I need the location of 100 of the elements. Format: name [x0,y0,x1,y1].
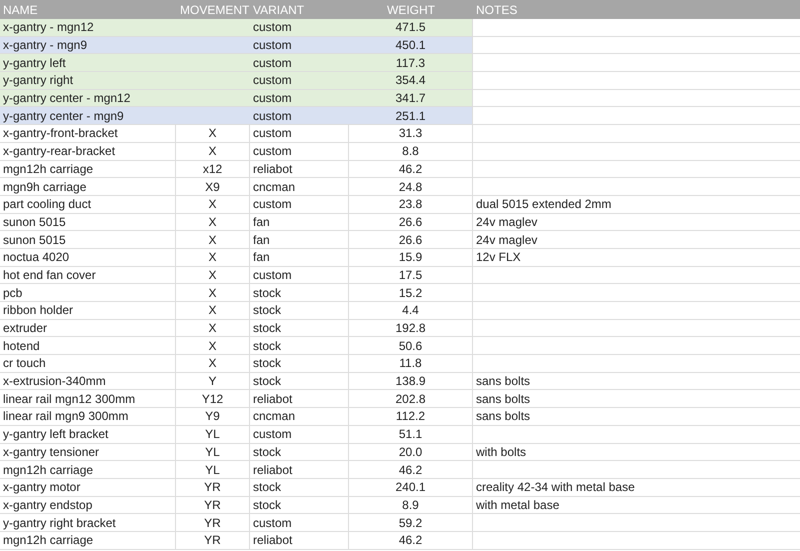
table-cell: 192.8 [395,321,426,336]
table-cell: x-gantry - mgn9 [3,38,88,52]
table-cell: YR [204,498,221,512]
table-cell: linear rail mgn12 300mm [3,392,136,406]
table-cell: 26.6 [398,214,422,229]
table-cell: 31.3 [398,126,422,140]
table-cell: X [208,126,216,140]
column-header: WEIGHT [386,2,436,16]
table-cell: linear rail mgn9 300mm [3,409,128,424]
table-cell: creality 42-34 with metal base [476,480,635,494]
table-cell: YL [205,427,220,442]
table-cell: custom [253,197,292,212]
table-cell: cncman [253,409,296,424]
table-cell: X [208,268,216,282]
table-cell: 11.8 [399,356,422,370]
table-cell: YR [204,516,221,530]
table-cell: X [208,356,216,370]
table-cell: 341.7 [395,91,426,106]
table-cell: 15.9 [398,250,422,264]
table-cell: sans bolts [476,392,530,406]
table-cell: reliabot [253,162,292,176]
table-cell: extruder [3,321,48,336]
table-cell: stock [253,286,282,300]
table-cell: dual 5015 extended 2mm [476,197,612,212]
table-cell: 46.2 [398,162,422,176]
table-cell: 251.1 [395,108,426,123]
table-cell: cncman [253,180,296,194]
table-cell: 354.4 [395,73,426,88]
table-cell: hot end fan cover [3,268,96,282]
table-cell: X [208,321,216,336]
table-cell: y-gantry center - mgn9 [3,108,124,123]
table-cell: 24.8 [398,180,422,194]
table-cell: 20.0 [398,444,422,459]
table-cell: x-gantry endstop [3,498,92,512]
table-cell: x12 [202,162,222,176]
table-cell: custom [253,108,292,123]
table-cell: y-gantry right [3,73,74,88]
table-cell: stock [253,356,282,370]
table-cell: part cooling duct [3,197,92,212]
table-cell: sans bolts [476,409,530,424]
table-cell: 112.2 [396,409,426,424]
column-header: NOTES [475,2,518,16]
column-header: MOVEMENT [179,2,250,16]
table-cell: 24v maglev [476,232,538,247]
table-cell: stock [253,444,282,459]
table-cell: 12v FLX [476,250,521,264]
table-cell: mgn12h carriage [3,533,94,548]
table-cell: 46.2 [398,462,422,477]
table-cell: YL [205,462,220,477]
table-cell: X [208,232,216,247]
table-cell: X [208,144,216,158]
table-cell: 26.6 [398,232,422,247]
table-cell: stock [253,338,282,353]
column-header: NAME [2,2,39,16]
table-cell: YL [205,444,220,459]
table-cell: X [208,286,216,300]
table-cell: y-gantry center - mgn12 [3,91,130,106]
table-cell: 46.2 [398,533,422,548]
table-cell: 51.1 [398,427,422,442]
table-cell: mgn9h carriage [3,180,86,194]
table-cell: 24v maglev [476,214,538,229]
table-cell: ribbon holder [3,303,74,318]
table-cell: custom [253,268,292,282]
table-cell: 202.8 [395,392,426,406]
table-cell: custom [253,20,292,34]
table-cell: stock [253,498,282,512]
table-cell: hotend [3,338,40,353]
table-cell: fan [253,232,270,247]
table-cell: custom [253,91,292,106]
table-cell: cr touch [3,356,46,370]
table-cell: y-gantry right bracket [3,516,116,530]
table-cell: Y [208,374,216,388]
table-cell: reliabot [253,392,292,406]
table-cell: stock [253,321,282,336]
table-cell: x-extrusion-340mm [3,374,106,388]
table-cell: reliabot [253,533,292,548]
table-cell: with bolts [476,444,526,459]
table-cell: reliabot [253,462,292,477]
table-cell: X [208,303,216,318]
table-cell: x-gantry-rear-bracket [3,144,116,158]
table-cell: X [208,338,216,353]
table-cell: mgn12h carriage [3,162,94,176]
table-cell: x-gantry-front-bracket [3,126,118,140]
table-cell: X9 [205,180,220,194]
column-header: VARIANT [252,2,306,16]
table-cell: 15.2 [398,286,422,300]
table-cell: 23.8 [398,197,422,212]
table-cell: 450.1 [395,38,426,52]
table-cell: 117.3 [396,56,426,70]
table-cell: stock [253,374,282,388]
table-cell: sans bolts [476,374,530,388]
table-cell: y-gantry left bracket [3,427,108,442]
table-cell: 471.5 [395,20,426,34]
table-cell: fan [253,250,270,264]
table-cell: X [208,197,216,212]
table-cell: custom [253,516,292,530]
table-cell: fan [253,214,270,229]
table-cell: custom [253,56,292,70]
table-cell: custom [253,126,292,140]
table-cell: custom [253,73,292,88]
